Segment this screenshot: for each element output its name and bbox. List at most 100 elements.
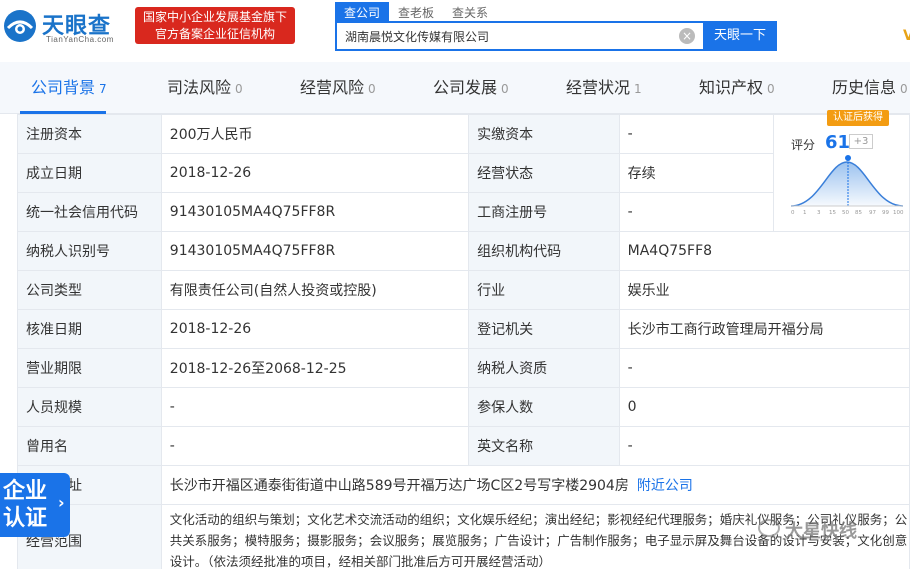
tab-label: 知识产权 [699, 78, 764, 97]
cert-tag: 认证后获得 [827, 110, 889, 126]
wechat-icon [758, 519, 780, 537]
field-label: 经营状态 [468, 153, 620, 193]
established-date: 2018-12-26 [160, 153, 470, 193]
search-button[interactable]: 天眼一下 [703, 21, 777, 51]
tab-count: 7 [99, 82, 107, 96]
vip-icon[interactable]: V [903, 28, 910, 44]
badge-line-2: 官方备案企业征信机构 [154, 27, 275, 41]
score-tick: 99 [882, 210, 889, 216]
score-tick: 50 [842, 210, 849, 216]
enterprise-cert-tag[interactable]: 企业认证 › [0, 473, 70, 537]
field-label: 核准日期 [17, 309, 162, 349]
credit-code: 91430105MA4Q75FF8R [160, 192, 470, 232]
tab-company-development[interactable]: 公司发展 0 [433, 62, 509, 114]
field-label: 统一社会信用代码 [17, 192, 162, 232]
industry: 娱乐业 [618, 270, 910, 310]
tab-history[interactable]: 历史信息 0 [832, 62, 908, 114]
tab-search-relation[interactable]: 查关系 [443, 2, 497, 22]
table-row: 营业期限 2018-12-26至2068-12-25 纳税人资质 - [17, 348, 910, 388]
field-label: 参保人数 [468, 387, 620, 427]
field-label: 工商注册号 [468, 192, 620, 232]
field-label: 英文名称 [468, 426, 620, 466]
chevron-right-icon: › [58, 493, 65, 512]
tab-label: 经营状况 [566, 78, 631, 97]
former-name: - [160, 426, 470, 466]
table-row: 曾用名 - 英文名称 - [17, 426, 910, 466]
section-nav: 公司背景 7 司法风险 0 经营风险 0 公司发展 0 经营状况 1 知识产权 0 历史信息… [0, 62, 910, 114]
tab-count: 0 [501, 82, 509, 96]
taxpayer-qualification: - [618, 348, 910, 388]
insured-count: 0 [618, 387, 910, 427]
top-header: 天眼查 TianYanCha.com 国家中小企业发展基金旗下 官方备案企业征信… [0, 0, 910, 62]
organization-code: MA4Q75FF8 [618, 231, 910, 271]
tab-search-boss[interactable]: 查老板 [389, 2, 443, 22]
tab-business-risk[interactable]: 经营风险 0 [300, 62, 376, 114]
tab-intellectual-property[interactable]: 知识产权 0 [699, 62, 775, 114]
table-row: 人员规模 - 参保人数 0 [17, 387, 910, 427]
badge-line-1: 国家中小企业发展基金旗下 [142, 10, 287, 24]
tab-count: 0 [767, 82, 775, 96]
score-tick: 100 [893, 210, 904, 216]
registered-capital: 200万人民币 [160, 114, 470, 154]
tab-business-status[interactable]: 经营状况 1 [566, 62, 642, 114]
field-label: 注册资本 [17, 114, 162, 154]
watermark: 大星快线 [785, 521, 857, 542]
table-row: 核准日期 2018-12-26 登记机关 长沙市工商行政管理局开福分局 [17, 309, 910, 349]
table-row: 经营范围 文化活动的组织与策划；文化艺术交流活动的组织；文化娱乐经纪；演出经纪；… [17, 504, 910, 569]
tab-label: 公司背景 [31, 78, 96, 97]
field-label: 行业 [468, 270, 620, 310]
floattag-label: 企业认证 [3, 479, 48, 531]
search-input[interactable]: 湖南晨悦文化传媒有限公司 [345, 28, 489, 45]
score-delta: +3 [849, 134, 873, 149]
table-row: 纳税人识别号 91430105MA4Q75FF8R 组织机构代码 MA4Q75F… [17, 231, 910, 271]
score-tick: 85 [855, 210, 862, 216]
business-status: 存续 [618, 153, 775, 193]
paid-capital: - [618, 114, 775, 154]
score-tick: 97 [869, 210, 876, 216]
field-label: 组织机构代码 [468, 231, 620, 271]
registered-address: 长沙市开福区通泰街街道中山路589号开福万达广场C区2号写字楼2904房 [169, 478, 629, 494]
tab-search-company[interactable]: 查公司 [335, 2, 390, 22]
field-label: 登记机关 [468, 309, 620, 349]
score-tick: 0 [791, 210, 795, 216]
registration-authority: 长沙市工商行政管理局开福分局 [618, 309, 910, 349]
score-tick: 3 [817, 210, 821, 216]
tab-legal-risk[interactable]: 司法风险 0 [167, 62, 243, 114]
score-value: 61 [825, 132, 851, 153]
tab-label: 司法风险 [167, 78, 232, 97]
field-label: 公司类型 [17, 270, 162, 310]
tab-count: 1 [634, 82, 642, 96]
field-label: 曾用名 [17, 426, 162, 466]
table-row: 注册地址 长沙市开福区通泰街街道中山路589号开福万达广场C区2号写字楼2904… [17, 465, 910, 505]
table-row: 公司类型 有限责任公司(自然人投资或控股) 行业 娱乐业 [17, 270, 910, 310]
tab-count: 0 [900, 82, 908, 96]
score-marker-dot [845, 155, 851, 161]
search-box: 湖南晨悦文化传媒有限公司 × 天眼一下 [335, 21, 777, 51]
score-distribution-chart: 0 1 3 15 50 85 97 99 100 [790, 155, 904, 216]
eye-logo-icon [4, 10, 36, 42]
english-name: - [618, 426, 910, 466]
tab-label: 历史信息 [832, 78, 897, 97]
score-label: 评分 [791, 138, 816, 152]
score-panel[interactable]: 认证后获得 评分 61 +3 0 1 3 15 50 85 97 99 100 [775, 110, 910, 220]
staff-size: - [160, 387, 470, 427]
clear-icon[interactable]: × [679, 28, 695, 44]
tab-count: 0 [235, 82, 243, 96]
registration-number: - [618, 192, 775, 232]
registered-address-cell: 长沙市开福区通泰街街道中山路589号开福万达广场C区2号写字楼2904房 附近公司 [160, 465, 910, 505]
tab-company-background[interactable]: 公司背景 7 [31, 62, 107, 114]
tab-label: 公司发展 [433, 78, 498, 97]
score-tick: 1 [803, 210, 807, 216]
nearby-companies-link[interactable]: 附近公司 [637, 478, 693, 494]
field-label: 营业期限 [17, 348, 162, 388]
tab-label: 经营风险 [300, 78, 365, 97]
company-type: 有限责任公司(自然人投资或控股) [160, 270, 470, 310]
field-label: 人员规模 [17, 387, 162, 427]
tab-count: 0 [368, 82, 376, 96]
business-term: 2018-12-26至2068-12-25 [160, 348, 470, 388]
field-label: 纳税人资质 [468, 348, 620, 388]
search-type-tabs: 查公司 查老板 查关系 [335, 2, 497, 22]
tianyancha-logo[interactable]: 天眼查 TianYanCha.com [2, 6, 130, 48]
field-label: 实缴资本 [468, 114, 620, 154]
official-badge[interactable]: 国家中小企业发展基金旗下 官方备案企业征信机构 [135, 7, 295, 44]
